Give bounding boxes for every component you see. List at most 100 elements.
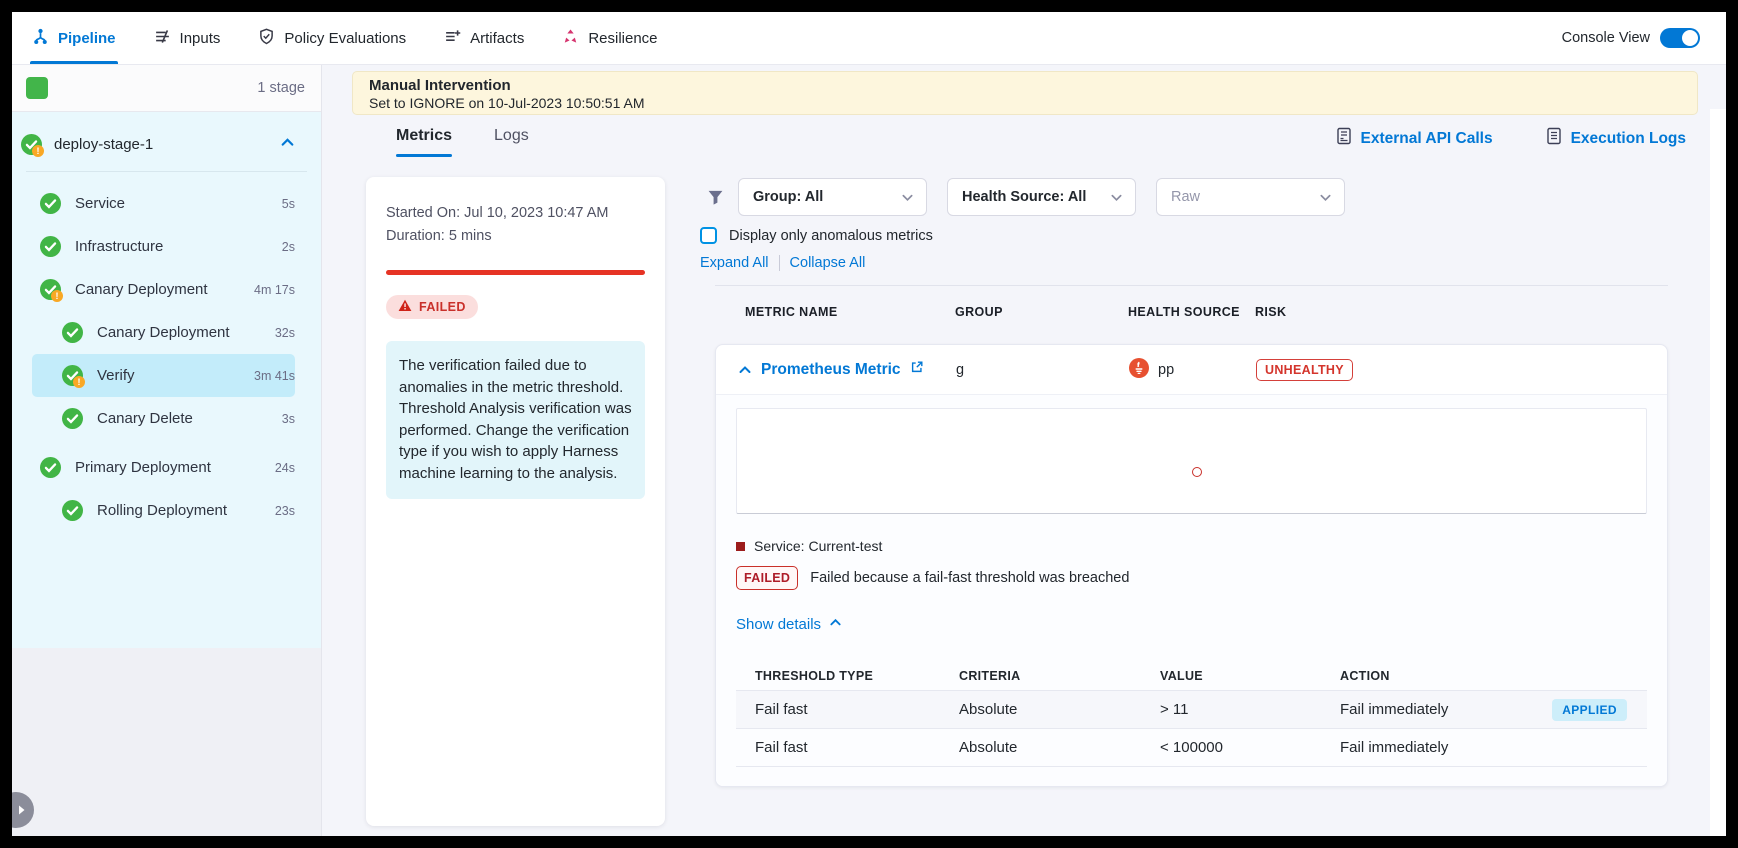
- legend-swatch: [736, 542, 745, 551]
- chart-legend: Service: Current-test: [736, 538, 1647, 554]
- status-success-icon: [62, 322, 83, 343]
- sidebar-item-canary-deployment[interactable]: ! Canary Deployment 4m 17s: [32, 268, 295, 311]
- harness-pipeline-app: Pipeline Inputs Policy Evaluations Artif…: [12, 12, 1726, 836]
- sidebar-item-rolling-deployment[interactable]: Rolling Deployment 23s: [32, 489, 295, 532]
- failure-reason: Failed because a fail-fast threshold was…: [810, 570, 1129, 586]
- filters-row: Group: All Health Source: All Raw: [707, 178, 1345, 216]
- chevron-down-icon: [1319, 191, 1332, 204]
- sidebar-item-verify[interactable]: ! Verify 3m 41s: [32, 354, 295, 397]
- threshold-table-header: THRESHOLD TYPE CRITERIA VALUE ACTION: [736, 662, 1647, 690]
- artifacts-icon: [444, 28, 461, 49]
- sidebar-item-canary-delete[interactable]: Canary Delete 3s: [32, 397, 295, 440]
- banner-subtitle: Set to IGNORE on 10-Jul-2023 10:50:51 AM: [369, 95, 1681, 111]
- nav-tab-label: Inputs: [180, 30, 221, 47]
- metric-row-prometheus: Prometheus Metric g pp UNHEALTHY: [716, 345, 1667, 394]
- sidebar-item-service[interactable]: Service 5s: [32, 182, 295, 225]
- sidebar-item-canary-deployment-step[interactable]: Canary Deployment 32s: [32, 311, 295, 354]
- sidebar-header: 1 stage: [12, 65, 321, 112]
- right-gutter: [1710, 109, 1726, 836]
- prometheus-icon: [1129, 358, 1149, 382]
- console-view-toggle[interactable]: [1660, 28, 1700, 48]
- anomalous-metrics-label[interactable]: Display only anomalous metrics: [729, 228, 933, 244]
- metric-chart: [736, 408, 1647, 514]
- tab-logs[interactable]: Logs: [494, 121, 529, 157]
- threshold-table: THRESHOLD TYPE CRITERIA VALUE ACTION Fai…: [736, 662, 1647, 767]
- metric-expanded-panel: Service: Current-test FAILED Failed beca…: [716, 394, 1667, 787]
- started-on: Started On: Jul 10, 2023 10:47 AM: [386, 205, 645, 221]
- failed-status-pill: FAILED: [386, 295, 478, 319]
- nav-tab-inputs[interactable]: Inputs: [152, 12, 223, 64]
- metric-name-link[interactable]: Prometheus Metric: [761, 361, 901, 379]
- view-tabbar: Metrics Logs External API Calls Executio…: [396, 121, 1686, 157]
- anomalous-filter-row: Display only anomalous metrics: [700, 227, 933, 244]
- main-content: Manual Intervention Set to IGNORE on 10-…: [322, 65, 1726, 836]
- divider: [26, 171, 307, 172]
- divider: [736, 766, 1647, 767]
- collapse-all-link[interactable]: Collapse All: [790, 255, 866, 271]
- sidebar-item-infrastructure[interactable]: Infrastructure 2s: [32, 225, 295, 268]
- verification-summary-card: Started On: Jul 10, 2023 10:47 AM Durati…: [366, 177, 665, 826]
- nav-tab-label: Pipeline: [58, 30, 116, 47]
- nav-tab-resilience[interactable]: Resilience: [560, 12, 659, 64]
- tab-metrics[interactable]: Metrics: [396, 121, 452, 157]
- col-health-source: HEALTH SOURCE: [1128, 305, 1255, 319]
- nav-tab-artifacts[interactable]: Artifacts: [442, 12, 526, 64]
- expand-all-link[interactable]: Expand All: [700, 255, 769, 271]
- metric-card: Prometheus Metric g pp UNHEALTHY Service…: [715, 344, 1668, 787]
- nav-tab-label: Policy Evaluations: [284, 30, 406, 47]
- status-success-icon: [40, 236, 61, 257]
- risk-badge-unhealthy: UNHEALTHY: [1256, 359, 1353, 381]
- chevron-up-icon: [829, 616, 842, 633]
- document-icon: [1545, 127, 1563, 151]
- status-success-icon: [40, 193, 61, 214]
- external-api-calls-link[interactable]: External API Calls: [1335, 127, 1493, 151]
- nav-tab-label: Artifacts: [470, 30, 524, 47]
- verification-message: The verification failed due to anomalies…: [386, 341, 645, 499]
- anomalous-metrics-checkbox[interactable]: [700, 227, 717, 244]
- api-document-icon: [1335, 127, 1353, 151]
- toggle-knob: [1682, 30, 1698, 46]
- table-row: Fail fast Absolute < 100000 Fail immedia…: [736, 728, 1647, 766]
- failed-outline-badge: FAILED: [736, 566, 798, 590]
- col-metric-name: METRIC NAME: [745, 305, 955, 319]
- execution-logs-link[interactable]: Execution Logs: [1545, 127, 1686, 151]
- chevron-up-icon: [280, 135, 295, 155]
- top-navigation: Pipeline Inputs Policy Evaluations Artif…: [12, 12, 1726, 65]
- filter-funnel-icon[interactable]: [707, 189, 724, 206]
- raw-filter-dropdown[interactable]: Raw: [1156, 178, 1345, 216]
- banner-title: Manual Intervention: [369, 77, 1681, 94]
- divider: [779, 255, 780, 271]
- manual-intervention-banner: Manual Intervention Set to IGNORE on 10-…: [352, 71, 1698, 115]
- external-link-icon[interactable]: [910, 360, 924, 379]
- show-details-link[interactable]: Show details: [736, 616, 842, 633]
- sidebar-item-primary-deployment[interactable]: Primary Deployment 24s: [32, 446, 295, 489]
- metrics-table-header: METRIC NAME GROUP HEALTH SOURCE RISK: [715, 305, 1668, 319]
- status-success-icon: [62, 408, 83, 429]
- status-success-icon: [40, 457, 61, 478]
- shield-check-icon: [258, 28, 275, 49]
- execution-sidebar: 1 stage ! deploy-stage-1 Service 5s Infr…: [12, 65, 322, 836]
- failure-reason-row: FAILED Failed because a fail-fast thresh…: [736, 566, 1647, 590]
- nav-tab-policy-evaluations[interactable]: Policy Evaluations: [256, 12, 408, 64]
- inputs-icon: [154, 28, 171, 49]
- collapse-metric-chevron-up-icon[interactable]: [738, 363, 752, 377]
- col-risk: RISK: [1255, 305, 1668, 319]
- group-filter-dropdown[interactable]: Group: All: [738, 178, 927, 216]
- stage-row-deploy-stage-1[interactable]: ! deploy-stage-1: [21, 134, 295, 155]
- nav-tabs: Pipeline Inputs Policy Evaluations Artif…: [30, 12, 660, 64]
- table-row: Fail fast Absolute > 11 Fail immediately…: [736, 690, 1647, 728]
- nav-tab-pipeline[interactable]: Pipeline: [30, 12, 118, 64]
- stage-name: deploy-stage-1: [54, 136, 153, 153]
- console-view-label: Console View: [1562, 30, 1650, 46]
- chevron-down-icon: [1110, 191, 1123, 204]
- status-warning-icon: !: [21, 134, 42, 155]
- stage-list: ! deploy-stage-1 Service 5s Infrastructu…: [12, 112, 321, 648]
- nav-tab-label: Resilience: [588, 30, 657, 47]
- health-source-filter-dropdown[interactable]: Health Source: All: [947, 178, 1136, 216]
- expand-collapse-row: Expand All Collapse All: [700, 255, 865, 271]
- stage-status-square[interactable]: [26, 77, 48, 99]
- legend-label: Service: Current-test: [754, 538, 882, 554]
- status-warning-icon: !: [62, 365, 83, 386]
- log-links: External API Calls Execution Logs: [1335, 127, 1687, 151]
- divider: [715, 285, 1668, 286]
